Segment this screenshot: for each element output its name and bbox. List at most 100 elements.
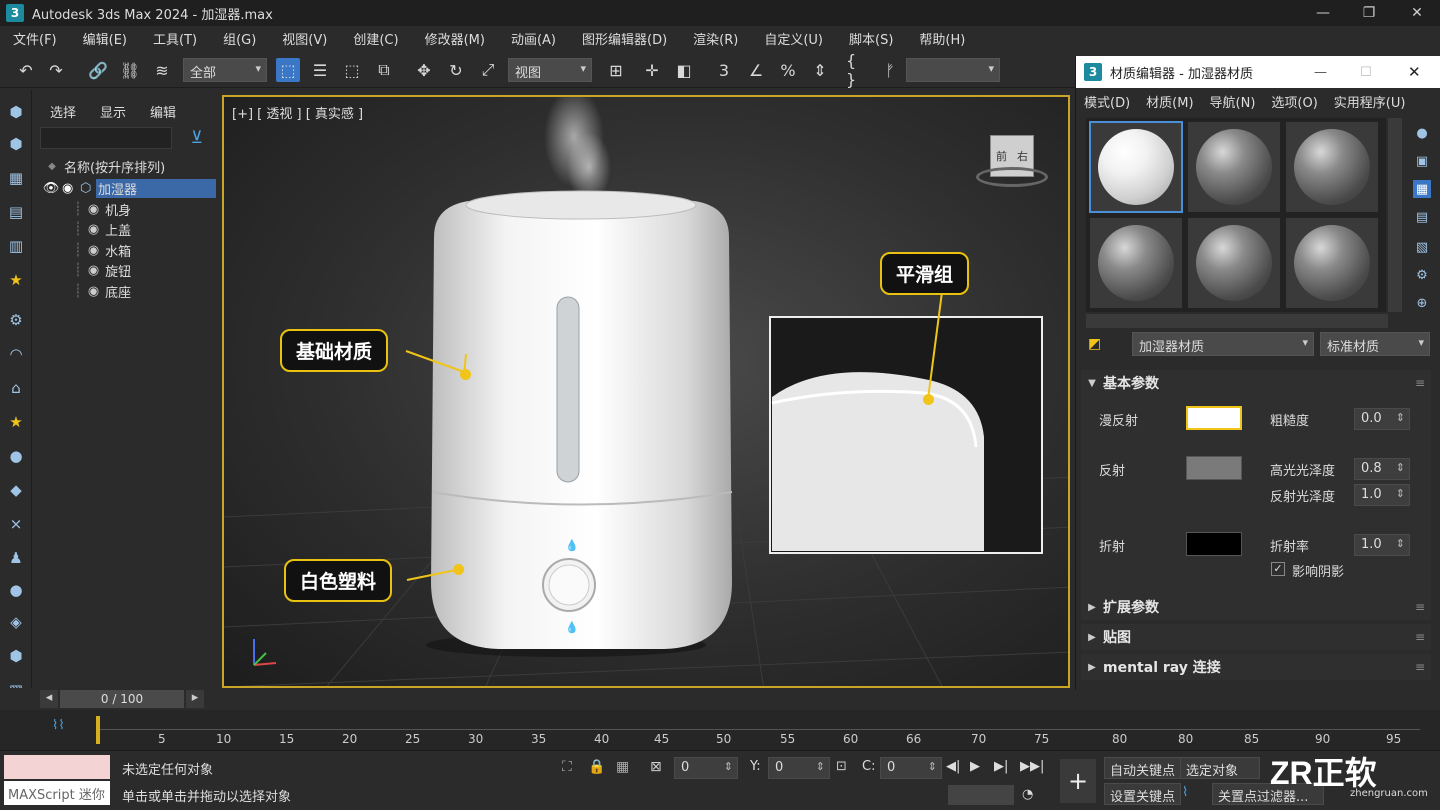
curve-editor-icon[interactable]: ⌇⌇ bbox=[52, 718, 65, 733]
selected-dropdown[interactable]: 选定对象 bbox=[1180, 757, 1260, 779]
redo-icon[interactable]: ↷ bbox=[44, 58, 68, 82]
menu-tools[interactable]: 工具(T) bbox=[140, 29, 210, 48]
viewcube-front[interactable]: 前 bbox=[996, 148, 1007, 164]
geosphere-icon[interactable]: ● bbox=[6, 580, 26, 600]
viewcube[interactable]: 前 右 bbox=[976, 135, 1048, 189]
sample-slot[interactable] bbox=[1089, 217, 1183, 309]
refract-color-swatch[interactable] bbox=[1186, 532, 1242, 556]
backlight-icon[interactable]: ▣ bbox=[1413, 152, 1431, 170]
gloss-spinner[interactable]: 0.8 bbox=[1354, 458, 1410, 480]
isolate-icon[interactable]: ⛶ bbox=[562, 759, 572, 775]
select-by-name-icon[interactable]: ☰ bbox=[308, 58, 332, 82]
goto-start-icon[interactable]: ◀| bbox=[946, 759, 960, 774]
rollout-extended-params[interactable]: ▶ 扩展参数 ≡ bbox=[1081, 594, 1431, 620]
ref-coord-dropdown[interactable]: 视图 bbox=[508, 58, 592, 82]
rollout-mental-ray[interactable]: ▶ mental ray 连接 ≡ bbox=[1081, 654, 1431, 680]
set-key-button[interactable]: 设置关键点 bbox=[1104, 783, 1182, 805]
video-check-icon[interactable]: ▧ bbox=[1413, 238, 1431, 256]
affect-shadows-checkbox[interactable]: ✓ bbox=[1271, 562, 1285, 576]
filter-icon[interactable]: ⊻ bbox=[186, 128, 208, 150]
tree-item-child[interactable]: ┊ ◉ 水箱 bbox=[40, 240, 216, 260]
scale-icon[interactable]: ⤢ bbox=[476, 58, 500, 82]
menu-edit[interactable]: 编辑(E) bbox=[70, 29, 140, 48]
shapes-icon[interactable]: ◠ bbox=[6, 344, 26, 364]
menu-create[interactable]: 创建(C) bbox=[340, 29, 411, 48]
tree-item-child[interactable]: ┊ ◉ 底座 bbox=[40, 281, 216, 301]
lights-icon[interactable]: ⌂ bbox=[6, 378, 26, 398]
menu-file[interactable]: 文件(F) bbox=[0, 29, 70, 48]
frame-field[interactable] bbox=[948, 785, 1014, 805]
sample-slot[interactable] bbox=[1285, 121, 1379, 213]
tree-item-root[interactable]: 👁 ◉ ⬡ 加湿器 bbox=[40, 178, 216, 198]
perspective-viewport[interactable]: 💧 💧 [+] [ 透视 ] [ 真实感 ] 前 右 基础材质 白色塑料 平滑组 bbox=[222, 95, 1070, 688]
eye-icon[interactable]: ◉ bbox=[88, 284, 99, 299]
maximize-icon[interactable]: ☐ bbox=[1360, 65, 1372, 80]
x-coord-field[interactable]: 0 bbox=[674, 757, 738, 779]
scene-search-input[interactable] bbox=[40, 127, 172, 149]
goto-end-icon[interactable]: ▶▶| bbox=[1020, 759, 1044, 774]
select-object-icon[interactable]: ⬚ bbox=[276, 58, 300, 82]
new-key-button[interactable]: + bbox=[1060, 759, 1096, 803]
slots-vertical-scrollbar[interactable] bbox=[1388, 118, 1402, 312]
roughness-spinner[interactable]: 0.0 bbox=[1354, 408, 1410, 430]
track-bar[interactable]: ⌇⌇ 5 10 15 20 25 30 35 40 45 50 55 60 66… bbox=[0, 710, 1440, 750]
tree-item-child[interactable]: ┊ ◉ 旋钮 bbox=[40, 260, 216, 280]
eye-icon[interactable]: ◉ bbox=[88, 202, 99, 217]
box-icon[interactable]: ◆ bbox=[6, 480, 26, 500]
slots-horizontal-scrollbar[interactable] bbox=[1086, 314, 1388, 328]
prev-frame-button[interactable]: ◂ bbox=[40, 690, 58, 708]
tab-display[interactable]: 显示 bbox=[100, 102, 126, 121]
menu-customize[interactable]: 自定义(U) bbox=[751, 29, 836, 48]
tab-edit[interactable]: 编辑 bbox=[150, 102, 176, 121]
pick-material-icon[interactable]: ◩ bbox=[1088, 336, 1110, 358]
manipulate-icon[interactable]: ✛ bbox=[640, 58, 664, 82]
viewcube-right[interactable]: 右 bbox=[1017, 148, 1028, 164]
eye-icon[interactable]: ◉ bbox=[88, 263, 99, 278]
close-icon[interactable]: ✕ bbox=[1408, 63, 1421, 81]
sample-type-icon[interactable]: ● bbox=[1413, 124, 1431, 142]
menu-modifiers[interactable]: 修改器(M) bbox=[412, 29, 498, 48]
rotate-icon[interactable]: ↻ bbox=[444, 58, 468, 82]
maxscript-mini-input[interactable]: MAXScript 迷你 bbox=[4, 781, 110, 805]
next-key-icon[interactable]: ▶| bbox=[994, 759, 1008, 774]
next-frame-button[interactable]: ▸ bbox=[186, 690, 204, 708]
eye-icon[interactable]: ◉ bbox=[88, 222, 99, 237]
menu-material[interactable]: 材质(M) bbox=[1138, 92, 1201, 111]
play-icon[interactable]: ▶ bbox=[970, 759, 980, 774]
named-sets-dropdown[interactable] bbox=[906, 58, 1000, 82]
sample-slot[interactable] bbox=[1285, 217, 1379, 309]
snap-icon[interactable]: 3 bbox=[712, 58, 736, 82]
diffuse-color-swatch[interactable] bbox=[1186, 406, 1242, 430]
time-config-icon[interactable]: ◔ bbox=[1022, 787, 1033, 802]
menu-modes[interactable]: 模式(D) bbox=[1076, 92, 1138, 111]
key-filter-icon[interactable]: ⌇ bbox=[1182, 785, 1188, 800]
undo-icon[interactable]: ↶ bbox=[14, 58, 38, 82]
star-icon[interactable]: ★ bbox=[6, 412, 26, 432]
menu-animation[interactable]: 动画(A) bbox=[498, 29, 569, 48]
refl-gloss-spinner[interactable]: 1.0 bbox=[1354, 484, 1410, 506]
rollout-basic-params[interactable]: ▼ 基本参数 ≡ bbox=[1081, 370, 1431, 396]
utilities-icon[interactable]: ⚙ bbox=[6, 310, 26, 330]
column-header[interactable]: ◆ 名称(按升序排列) bbox=[40, 156, 216, 176]
maximize-button[interactable]: ❐ bbox=[1346, 0, 1392, 26]
absolute-mode-icon[interactable]: ▦ bbox=[616, 759, 629, 775]
angle-snap-icon[interactable]: ∠ bbox=[744, 58, 768, 82]
ior-spinner[interactable]: 1.0 bbox=[1354, 534, 1410, 556]
link-icon[interactable]: 🔗 bbox=[86, 58, 110, 82]
sample-slot[interactable] bbox=[1187, 121, 1281, 213]
percent-snap-icon[interactable]: % bbox=[776, 58, 800, 82]
make-preview-icon[interactable]: ⚙ bbox=[1413, 266, 1431, 284]
time-slider[interactable]: 0 / 100 bbox=[60, 690, 184, 708]
menu-options[interactable]: 选项(O) bbox=[1263, 92, 1325, 111]
unlink-icon[interactable]: ⛓ bbox=[118, 58, 142, 82]
sphere-icon[interactable]: ● bbox=[6, 446, 26, 466]
window-crossing-icon[interactable]: ⧉ bbox=[372, 58, 396, 82]
menu-utilities[interactable]: 实用程序(U) bbox=[1326, 92, 1414, 111]
spinner-snap-icon[interactable]: ⇕ bbox=[808, 58, 832, 82]
tree-item-child[interactable]: ┊ ◉ 上盖 bbox=[40, 219, 216, 239]
options-icon[interactable]: ⊕ bbox=[1413, 294, 1431, 312]
cube-icon[interactable]: ⬢ bbox=[6, 646, 26, 666]
close-button[interactable]: ✕ bbox=[1394, 0, 1440, 26]
menu-scripting[interactable]: 脚本(S) bbox=[836, 29, 906, 48]
background-icon[interactable]: ▦ bbox=[1413, 180, 1431, 198]
